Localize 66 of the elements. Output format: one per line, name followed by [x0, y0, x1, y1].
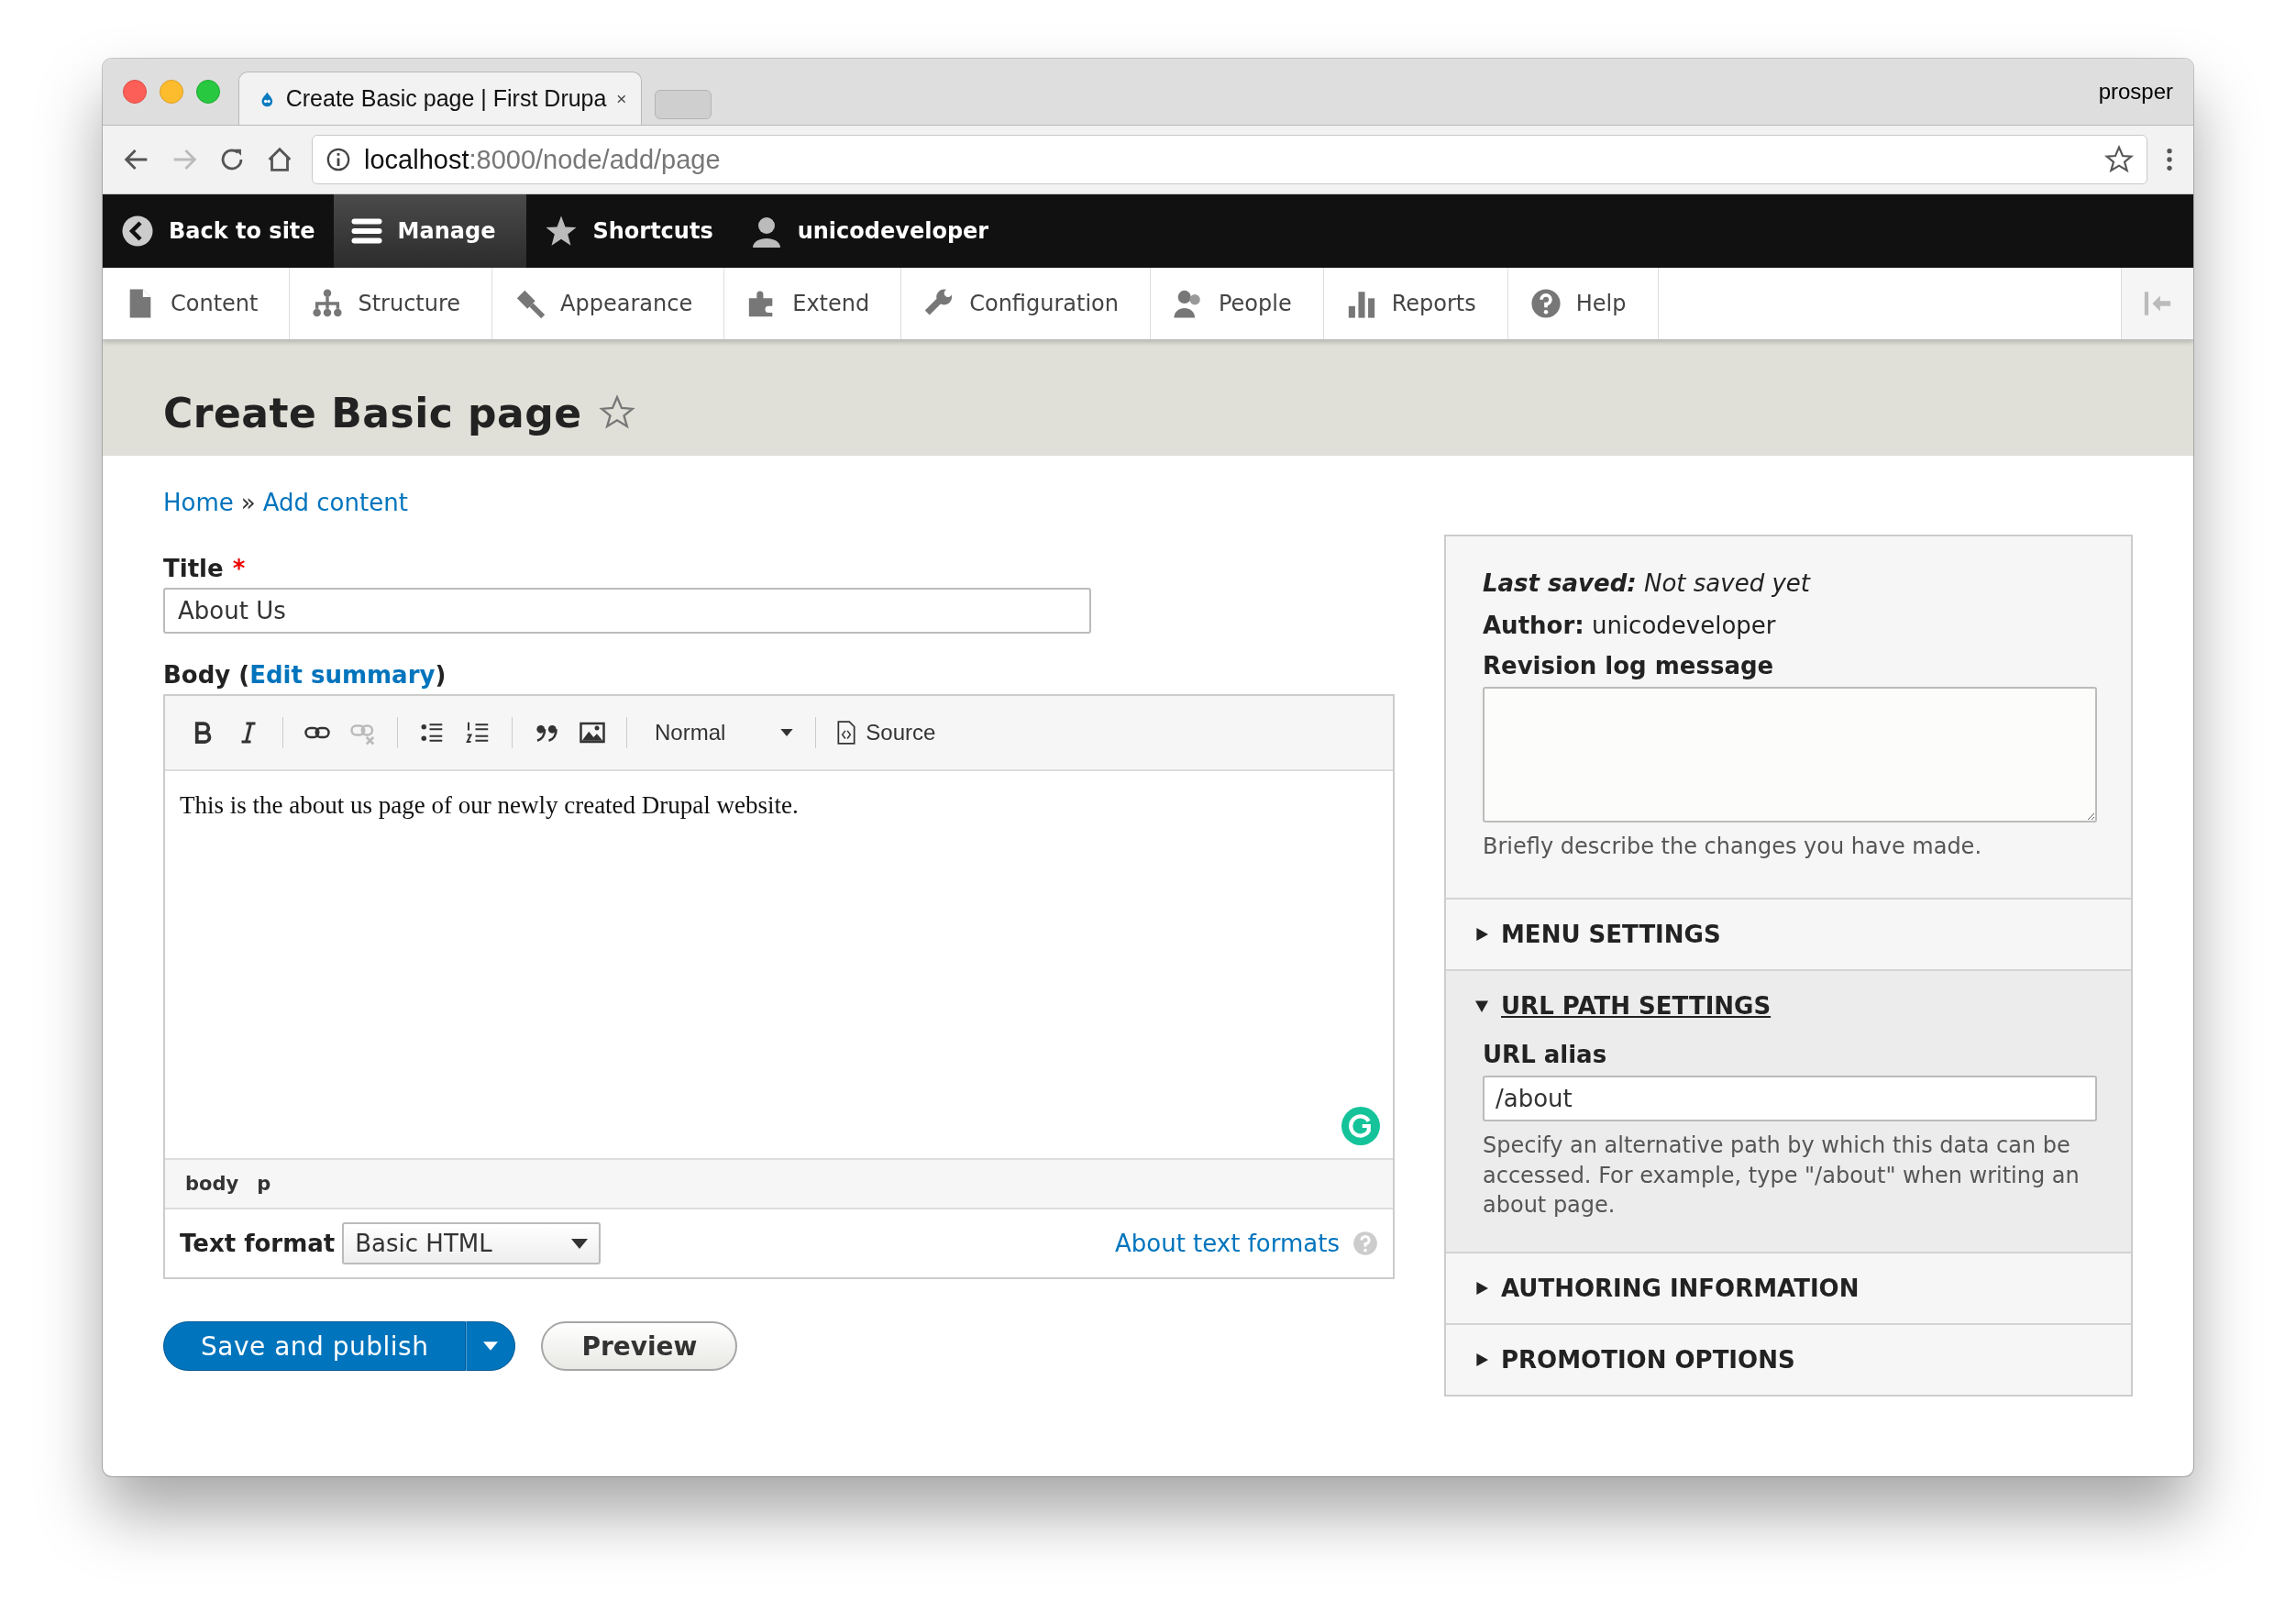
address-bar[interactable]: localhost:8000/node/add/page: [312, 135, 2147, 184]
field-label: Revision log message: [1483, 652, 1775, 679]
tray-link[interactable]: Appearance: [492, 268, 725, 339]
format-dropdown[interactable]: Normal: [642, 720, 801, 745]
element-path-item[interactable]: p: [257, 1173, 271, 1195]
caret-icon: [780, 729, 794, 736]
toolbar-tab[interactable]: Shortcuts: [526, 194, 732, 268]
tab-title: Create Basic page | First Drupa: [285, 85, 607, 112]
browser-tab[interactable]: Create Basic page | First Drupa: [238, 72, 642, 125]
tray-link[interactable]: Reports: [1323, 268, 1508, 339]
bookmark-star-icon[interactable]: [2104, 145, 2134, 174]
source-button[interactable]: Source: [831, 720, 942, 745]
edit-summary-link[interactable]: Edit summary: [249, 661, 436, 689]
help-icon: [1529, 288, 1562, 319]
source-icon: [836, 721, 857, 745]
author-text: Author: unicodeveloper: [1483, 612, 1777, 639]
section-toggle[interactable]: AUTHORING INFORMATION: [1446, 1253, 2131, 1323]
hierarchy-icon: [312, 288, 344, 319]
tray-link[interactable]: Configuration: [901, 268, 1151, 339]
breadcrumb-link[interactable]: Home: [163, 489, 234, 516]
revision-log-field[interactable]: [1483, 687, 2097, 823]
text-format-label: Text format: [180, 1230, 336, 1257]
field-label: URL alias: [1483, 1041, 1608, 1069]
field-label: Body (: [163, 661, 250, 689]
last-saved-text: Last saved: Not saved yet: [1483, 569, 1812, 597]
caret-icon: [571, 1238, 589, 1249]
toolbar-tab[interactable]: Back to site: [103, 194, 334, 268]
section-toggle[interactable]: MENU SETTINGS: [1446, 900, 2131, 970]
preview-button[interactable]: Preview: [541, 1321, 738, 1371]
section-toggle[interactable]: PROMOTION OPTIONS: [1446, 1324, 2131, 1395]
save-and-publish-button[interactable]: Save and publish: [163, 1321, 467, 1371]
field-label: Title: [163, 555, 224, 582]
body-text: This is the about us page of our newly created Drupal website.: [180, 791, 800, 820]
dropdown-toggle-button[interactable]: [466, 1321, 516, 1371]
triangle-icon: [1475, 928, 1488, 942]
field-description: Specify an alternative path by which this data can be accessed. For example, type "/about" when writing an about page.: [1483, 1132, 2081, 1220]
field-label-end: ): [435, 661, 447, 689]
about-text-formats-link[interactable]: About text formats: [1115, 1230, 1340, 1257]
star-icon[interactable]: [598, 394, 635, 431]
star-icon: [545, 215, 579, 248]
profile-name[interactable]: prosper: [2098, 79, 2193, 105]
field-description: Briefly describe the changes you have made.: [1483, 833, 1982, 861]
triangle-icon: [1475, 1281, 1488, 1295]
triangle-icon: [1475, 1352, 1488, 1366]
title-field[interactable]: About Us: [163, 588, 1091, 634]
tray-link[interactable]: Help: [1507, 268, 1659, 339]
breadcrumb-link[interactable]: Add content: [262, 489, 408, 516]
editor-content-area[interactable]: This is the about us page of our newly created Drupal website.: [165, 791, 1393, 1158]
paintbrush-icon: [514, 288, 546, 319]
tray-link[interactable]: Extend: [724, 268, 902, 339]
caret-icon: [483, 1341, 499, 1351]
required-mark: *: [232, 555, 246, 582]
toolbar-tab[interactable]: Manage: [333, 194, 527, 268]
triangle-icon: [1475, 999, 1488, 1013]
tray-link[interactable]: People: [1151, 268, 1324, 339]
section-toggle[interactable]: URL PATH SETTINGS: [1446, 971, 2131, 1042]
url-alias-field[interactable]: /about: [1483, 1076, 2097, 1122]
page-title: Create Basic page: [163, 389, 582, 436]
tray-link[interactable]: Structure: [290, 268, 493, 339]
info-icon[interactable]: [326, 147, 351, 172]
toolbar-tab[interactable]: unicodeveloper: [731, 194, 1008, 268]
breadcrumb-separator: »: [240, 489, 256, 516]
tray-link[interactable]: Content: [103, 268, 291, 339]
element-path-item[interactable]: body: [185, 1173, 239, 1195]
close-window-button[interactable]: [123, 80, 147, 104]
text-format-select[interactable]: Basic HTML: [342, 1222, 602, 1264]
